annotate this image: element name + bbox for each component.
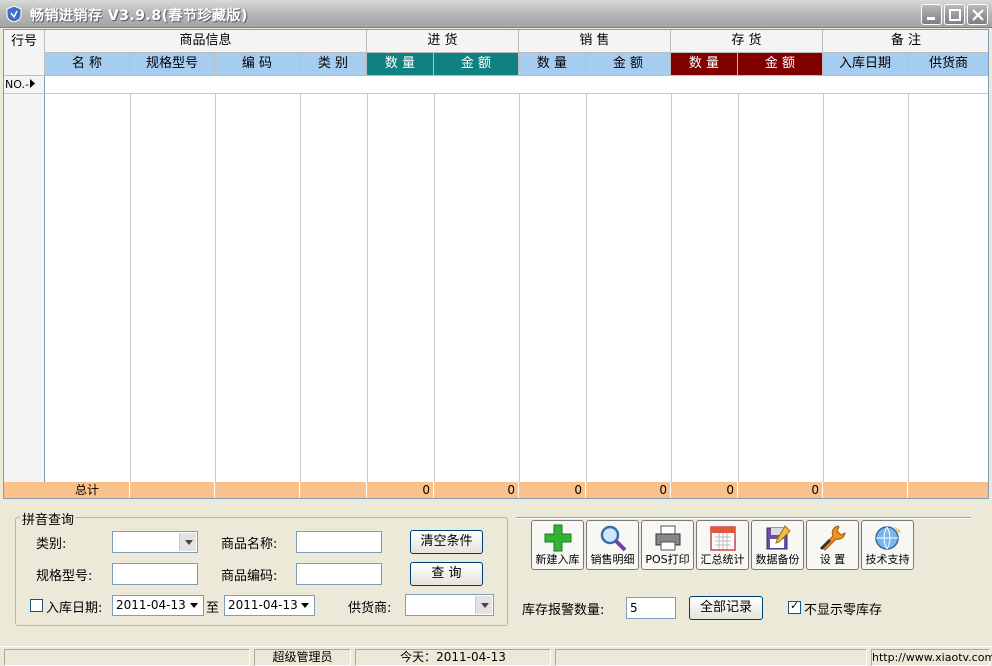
window-title: 畅销进销存 V3.9.8(春节珍藏版) <box>30 8 248 24</box>
status-bar: 超级管理员 今天：2011-04-13 http://www.xiaotv.co… <box>0 646 992 666</box>
hide-zero-stock-label: 不显示零库存 <box>804 603 883 618</box>
supplier-label: 供货商: <box>348 601 392 616</box>
supplier-select[interactable] <box>405 594 494 616</box>
status-today: 今天：2011-04-13 <box>355 649 551 666</box>
dropdown-arrow-icon <box>298 597 313 614</box>
minimize-icon <box>927 17 935 20</box>
category-select[interactable] <box>112 531 198 553</box>
date-to-picker[interactable]: 2011-04-13 <box>224 595 315 616</box>
title-bar: 畅销进销存 V3.9.8(春节珍藏版) <box>0 0 992 28</box>
col-code[interactable]: 编 码 <box>215 53 300 76</box>
plus-icon <box>544 524 571 552</box>
col-stock-qty[interactable]: 数 量 <box>671 53 738 76</box>
wrench-icon <box>819 525 846 551</box>
status-url[interactable]: http://www.xiaotv.com <box>871 649 992 666</box>
col-stock-amount[interactable]: 金 额 <box>738 53 823 76</box>
close-icon <box>972 9 984 21</box>
in-date-checkbox[interactable] <box>30 599 43 612</box>
in-date-label: 入库日期: <box>46 601 103 616</box>
col-sales-amount[interactable]: 金 额 <box>586 53 671 76</box>
spec-label: 规格型号: <box>36 569 93 584</box>
pos-print-button[interactable]: POS打印 <box>641 520 694 570</box>
spec-input[interactable] <box>112 563 198 585</box>
summary-stats-button[interactable]: 汇总统计 <box>696 520 749 570</box>
group-purchase: 进 货 <box>367 30 519 53</box>
maximize-button[interactable] <box>944 4 965 25</box>
disk-icon <box>766 525 791 550</box>
col-purchase-amount[interactable]: 金 额 <box>434 53 519 76</box>
data-backup-button[interactable]: 数据备份 <box>751 520 804 570</box>
stock-warn-input[interactable]: 5 <box>626 597 676 619</box>
chevron-down-icon <box>179 533 196 551</box>
sales-detail-button[interactable]: 销售明细 <box>586 520 639 570</box>
col-name[interactable]: 名 称 <box>45 53 130 76</box>
row-pointer-icon <box>29 79 35 88</box>
table-row[interactable] <box>4 76 988 94</box>
total-stock-amount: 0 <box>738 482 823 498</box>
total-label: 总计 <box>45 482 130 498</box>
date-to-value: 2011-04-13 <box>228 598 298 612</box>
app-icon <box>6 5 22 23</box>
product-code-input[interactable] <box>296 563 382 585</box>
tech-support-button[interactable]: 技术支持 <box>861 520 914 570</box>
col-purchase-qty[interactable]: 数 量 <box>367 53 434 76</box>
total-purchase-amount: 0 <box>434 482 519 498</box>
toolbar-separator <box>516 517 971 519</box>
dropdown-arrow-icon <box>187 597 202 614</box>
product-code-label: 商品编码: <box>221 569 278 584</box>
row-number-column <box>4 76 45 482</box>
new-stock-in-button[interactable]: 新建入库 <box>531 520 584 570</box>
date-from-picker[interactable]: 2011-04-13 <box>112 595 204 616</box>
hide-zero-stock-checkbox[interactable] <box>788 599 801 614</box>
col-spec[interactable]: 规格型号 <box>130 53 215 76</box>
group-product-info: 商品信息 <box>45 30 367 53</box>
globe-icon <box>874 526 901 550</box>
close-button[interactable] <box>967 4 988 25</box>
magnifier-icon <box>600 525 626 552</box>
product-name-label: 商品名称: <box>221 537 278 552</box>
total-row: 总计 0 0 0 0 0 0 <box>4 482 988 498</box>
product-name-input[interactable] <box>296 531 382 553</box>
group-stock: 存 货 <box>671 30 823 53</box>
search-button[interactable]: 查 询 <box>410 562 483 586</box>
total-stock-qty: 0 <box>671 482 738 498</box>
printer-icon <box>655 525 680 551</box>
total-purchase-qty: 0 <box>367 482 434 498</box>
maximize-icon <box>949 9 961 21</box>
col-supplier[interactable]: 供货商 <box>908 53 988 76</box>
total-sales-amount: 0 <box>586 482 671 498</box>
settings-button[interactable]: 设 置 <box>806 520 859 570</box>
all-records-button[interactable]: 全部记录 <box>689 596 763 620</box>
chevron-down-icon <box>475 596 492 614</box>
col-category[interactable]: 类 别 <box>300 53 367 76</box>
current-row-indicator: NO.- <box>5 78 36 91</box>
group-sales: 销 售 <box>519 30 671 53</box>
minimize-button[interactable] <box>921 4 942 25</box>
row-number-header: 行号 <box>4 30 45 76</box>
group-remarks: 备 注 <box>823 30 988 53</box>
category-label: 类别: <box>36 537 67 552</box>
status-user: 超级管理员 <box>254 649 351 666</box>
col-in-date[interactable]: 入库日期 <box>823 53 908 76</box>
date-to-separator: 至 <box>206 601 220 616</box>
date-from-value: 2011-04-13 <box>116 598 186 612</box>
calendar-icon <box>709 526 736 551</box>
stock-warn-label: 库存报警数量: <box>522 603 605 618</box>
col-sales-qty[interactable]: 数 量 <box>519 53 586 76</box>
clear-conditions-button[interactable]: 清空条件 <box>410 530 483 554</box>
inventory-grid[interactable]: 行号 商品信息 进 货 销 售 存 货 备 注 名 称 规格型号 编 码 类 别… <box>3 29 989 499</box>
total-sales-qty: 0 <box>519 482 586 498</box>
query-group-title: 拼音查询 <box>20 509 77 528</box>
